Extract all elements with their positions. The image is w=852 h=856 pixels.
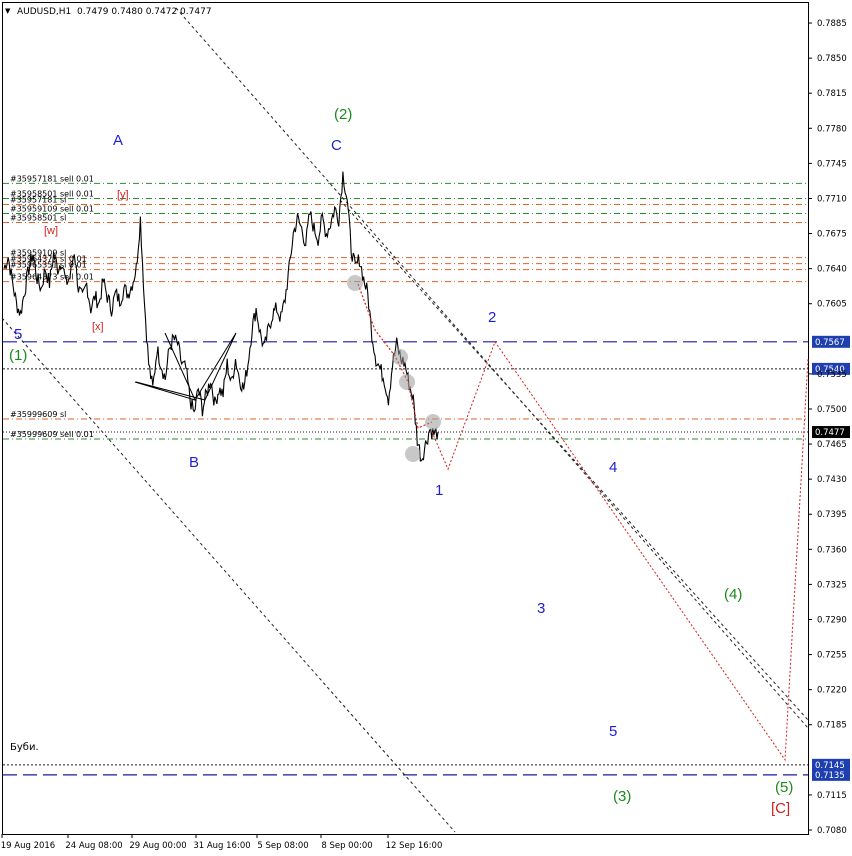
pivot-circle xyxy=(405,446,421,462)
y-tick-label: 0.7255 xyxy=(817,651,847,661)
dropdown-icon[interactable]: ▼ xyxy=(5,7,11,15)
pivot-circle xyxy=(399,374,415,390)
wave-label-green: (2) xyxy=(334,106,352,123)
chart-background xyxy=(0,0,852,856)
y-tick-label: 0.7185 xyxy=(817,721,847,731)
sell-level-label: #35957181 sell 0.01 xyxy=(10,174,94,183)
wave-label-blue: B xyxy=(189,454,199,471)
y-tick-label: 0.7325 xyxy=(817,580,847,590)
y-tick-label: 0.7745 xyxy=(817,159,847,169)
price-chart[interactable]: #35957181 sell 0.01#35958501 sell 0.01#3… xyxy=(0,0,852,856)
y-tick-label: 0.7115 xyxy=(817,791,847,801)
wave-label-red-big: [C] xyxy=(771,800,790,817)
x-tick-label: 12 Sep 16:00 xyxy=(386,841,443,851)
y-tick-label: 0.7535 xyxy=(817,370,847,380)
price-tag-label: 0.7135 xyxy=(815,771,845,781)
x-tick-label: 5 Sep 08:00 xyxy=(257,841,308,851)
wave-label-green: (4) xyxy=(724,586,742,603)
pivot-circle xyxy=(425,414,441,430)
sl-level-label: #35958501 sl xyxy=(10,214,66,223)
wave-label-blue: 5 xyxy=(609,723,617,740)
wave-label-blue: 5 xyxy=(14,326,22,343)
y-tick-label: 0.7360 xyxy=(817,545,847,555)
sell-level-label: #35959109 sell 0.01 xyxy=(10,205,94,214)
y-tick-label: 0.7465 xyxy=(817,440,847,450)
y-tick-label: 0.7885 xyxy=(817,19,847,29)
wave-label-green: (1) xyxy=(9,347,27,364)
y-tick-label: 0.7710 xyxy=(817,194,847,204)
symbol-title: AUDUSD,H1 xyxy=(17,7,71,17)
y-tick-label: 0.7395 xyxy=(817,510,847,520)
wave-label-blue: 4 xyxy=(609,459,617,476)
wave-label-red-small: [y] xyxy=(117,189,129,201)
wave-label-blue: 2 xyxy=(488,309,496,326)
y-tick-label: 0.7815 xyxy=(817,89,847,99)
y-tick-label: 0.7640 xyxy=(817,265,847,275)
sl-level-label: #35999609 sl xyxy=(10,410,66,419)
y-tick-label: 0.7220 xyxy=(817,686,847,696)
wave-label-red-small: [w] xyxy=(44,225,58,237)
price-tag-label: 0.7567 xyxy=(815,338,845,348)
note-label: Буби. xyxy=(10,742,39,753)
pivot-circle xyxy=(347,275,363,291)
x-tick-label: 31 Aug 16:00 xyxy=(193,841,250,851)
x-tick-label: 8 Sep 00:00 xyxy=(321,841,372,851)
wave-label-blue: 3 xyxy=(537,600,545,617)
y-tick-label: 0.7780 xyxy=(817,124,847,134)
wave-label-blue: C xyxy=(331,137,342,154)
wave-label-red-small: [x] xyxy=(92,321,104,333)
y-tick-label: 0.7850 xyxy=(817,54,847,64)
wave-label-green: (3) xyxy=(613,788,631,805)
y-tick-label: 0.7430 xyxy=(817,475,847,485)
sl-level-label: #35964373 sell 0.01 xyxy=(10,273,94,282)
y-tick-label: 0.7675 xyxy=(817,230,847,240)
sell-level-label: #35999609 sell 0.01 xyxy=(10,430,94,439)
y-tick-label: 0.7080 xyxy=(817,826,847,836)
x-tick-label: 29 Aug 00:00 xyxy=(129,841,186,851)
price-tag-label: 0.7477 xyxy=(815,428,845,438)
sl-level-label: #35957181 sl xyxy=(10,195,66,204)
y-tick-label: 0.7500 xyxy=(817,405,847,415)
wave-label-blue: 1 xyxy=(435,482,443,499)
x-tick-label: 19 Aug 2016 xyxy=(1,841,55,851)
y-tick-label: 0.7290 xyxy=(817,615,847,625)
pivot-circle xyxy=(392,349,408,365)
wave-label-blue: A xyxy=(113,132,123,149)
wave-label-green: (5) xyxy=(775,779,793,796)
y-tick-label: 0.7605 xyxy=(817,300,847,310)
ohlc-quotes: 0.7479 0.7480 0.7472 0.7477 xyxy=(77,7,212,17)
x-tick-label: 24 Aug 08:00 xyxy=(65,841,122,851)
